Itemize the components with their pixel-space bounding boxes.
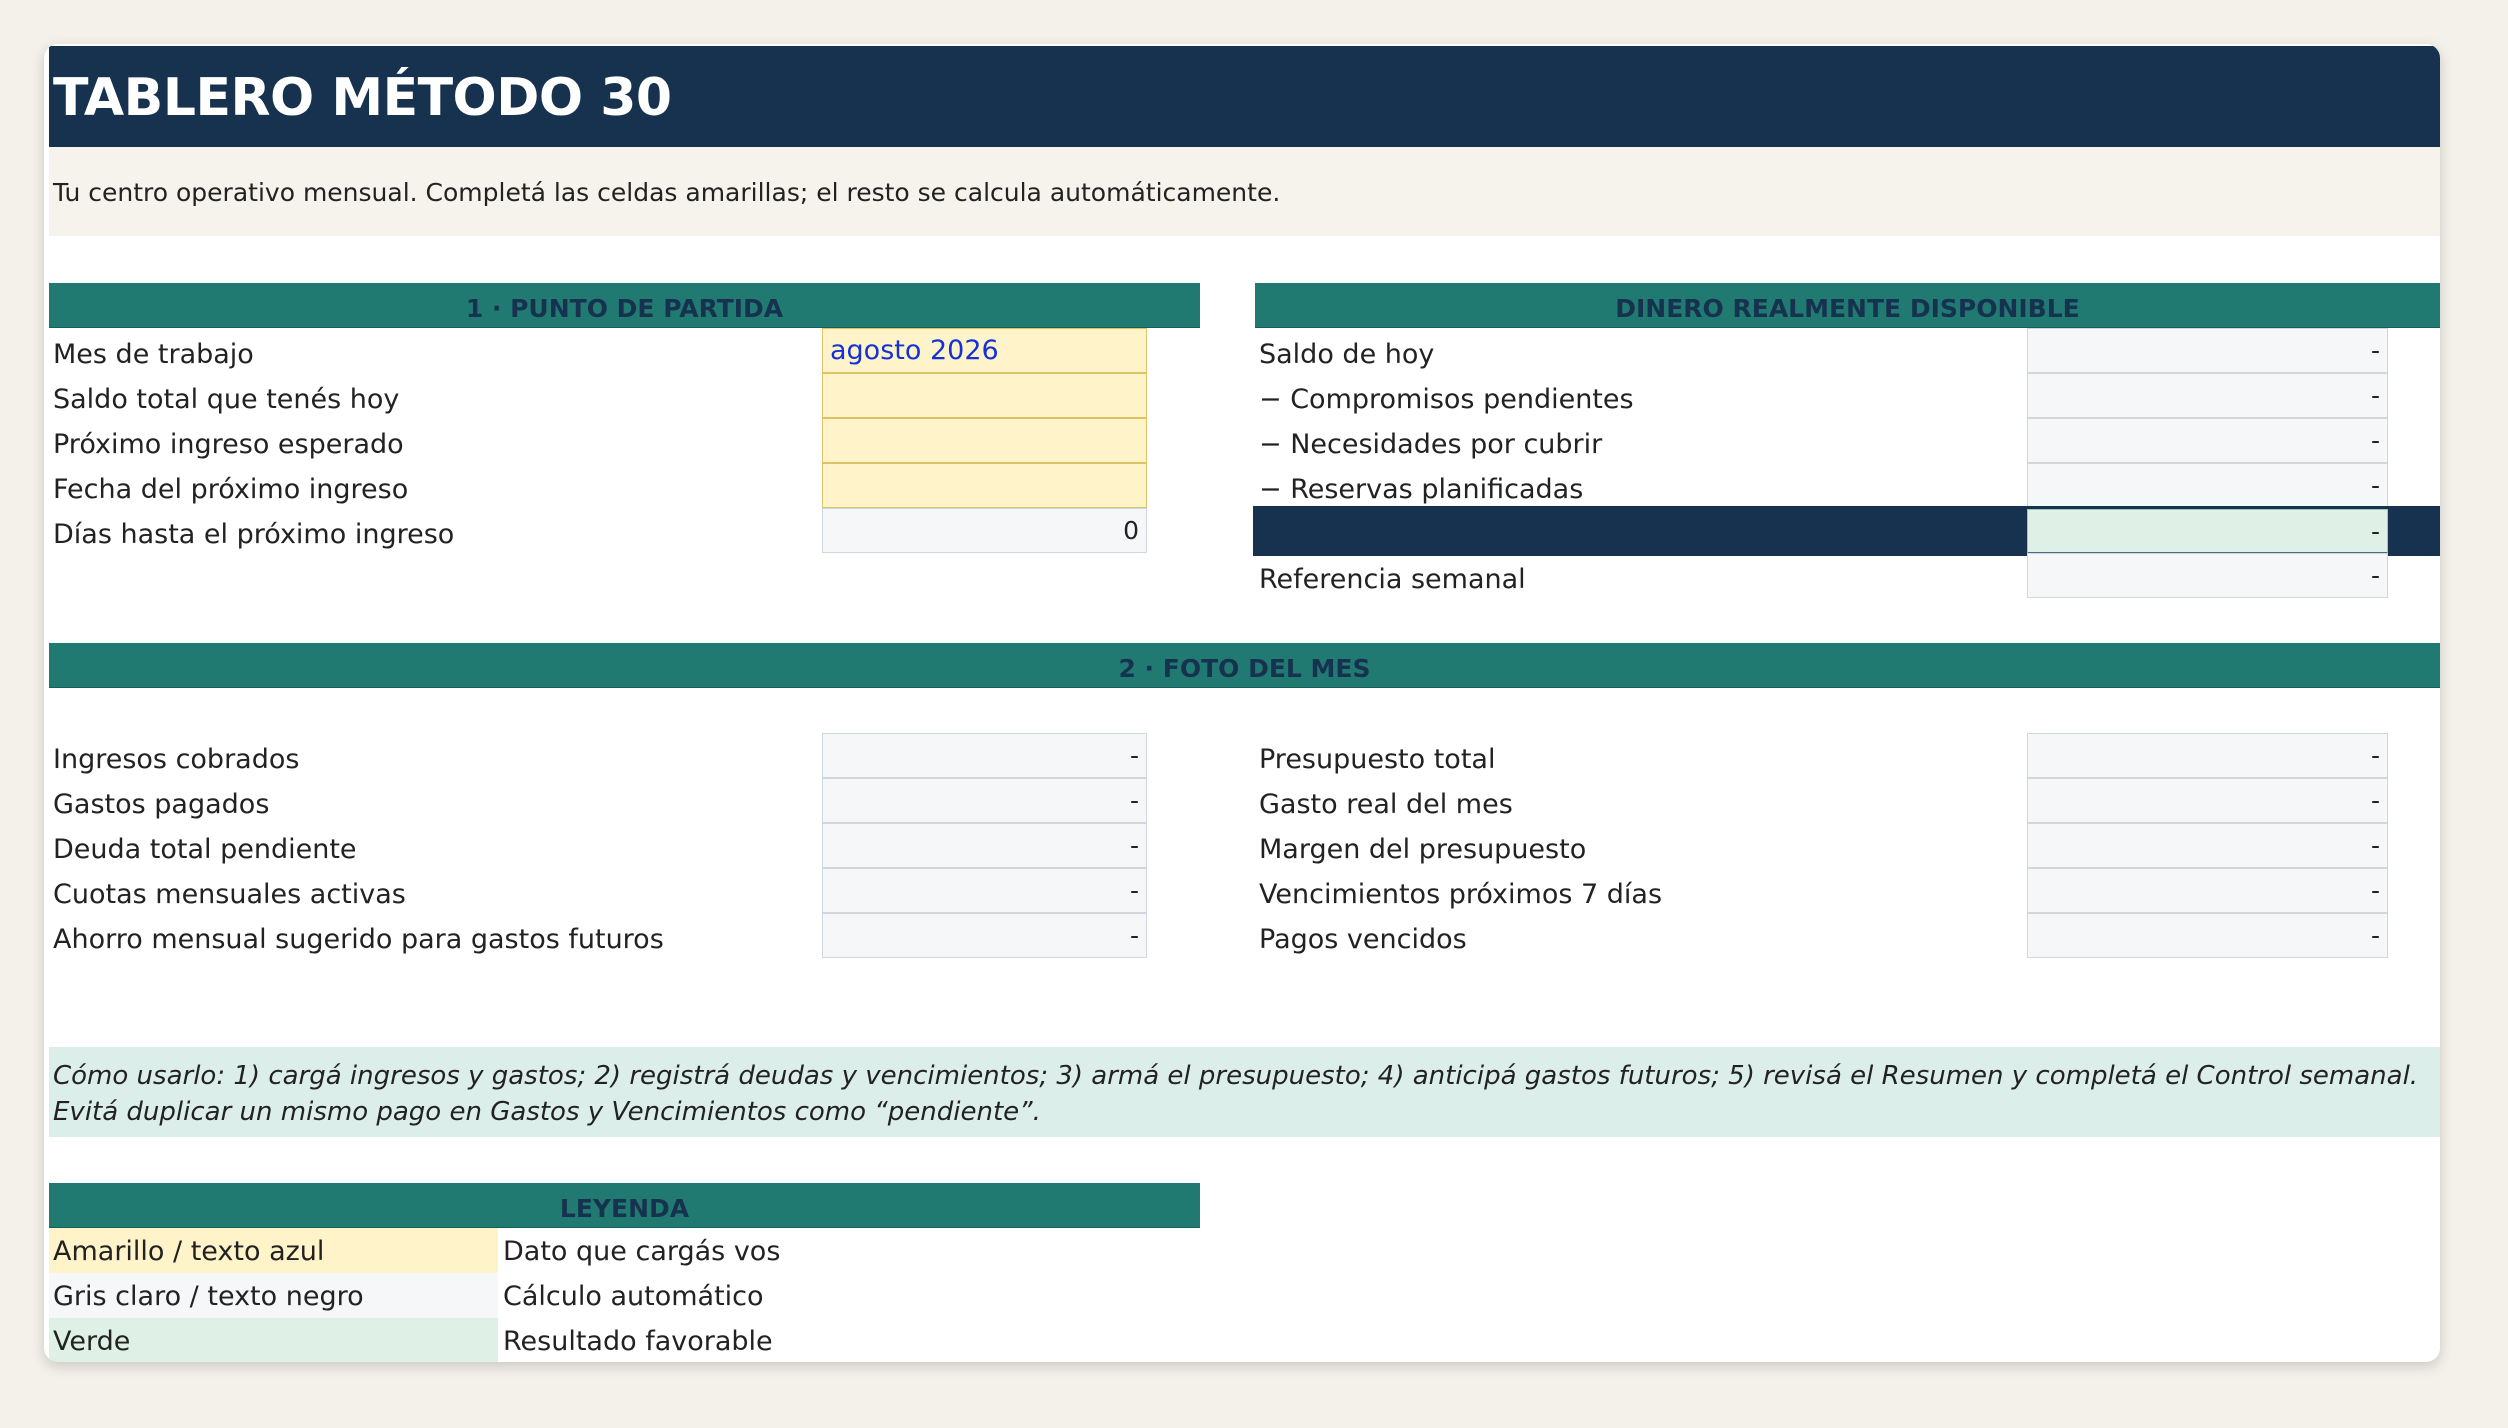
label-gastos-pagados: Gastos pagados [53, 789, 270, 820]
value-disponible-total: - [2027, 509, 2388, 554]
value-gasto-real: - [2027, 778, 2388, 823]
legend-swatch-calc: Gris claro / texto negro [49, 1273, 498, 1318]
label-ingresos-cobrados: Ingresos cobrados [53, 744, 300, 775]
value-referencia-semanal: - [2027, 553, 2388, 598]
label-necesidades-por-cubrir: − Necesidades por cubrir [1259, 429, 1603, 460]
legend-meaning-good: Resultado favorable [503, 1326, 773, 1357]
legend-meaning-calc: Cálculo automático [503, 1281, 764, 1312]
value-compromisos-pendientes: - [2027, 373, 2388, 418]
value-pagos-vencidos: - [2027, 913, 2388, 958]
value-saldo-de-hoy: - [2027, 328, 2388, 373]
page-title: TABLERO MÉTODO 30 [53, 68, 672, 128]
input-mes-de-trabajo[interactable]: agosto 2026 [822, 328, 1147, 373]
legend-meaning-input: Dato que cargás vos [503, 1236, 781, 1267]
input-saldo-total[interactable] [822, 373, 1147, 418]
label-deuda-total: Deuda total pendiente [53, 834, 357, 865]
section-punto-de-partida-header: 1 · PUNTO DE PARTIDA [49, 283, 1200, 328]
value-presupuesto-total: - [2027, 733, 2388, 778]
label-presupuesto-total: Presupuesto total [1259, 744, 1496, 775]
value-ingresos-cobrados: - [822, 733, 1147, 778]
value-vencimientos-7-dias: - [2027, 868, 2388, 913]
label-margen-presupuesto: Margen del presupuesto [1259, 834, 1587, 865]
label-proximo-ingreso: Próximo ingreso esperado [53, 429, 404, 460]
label-gasto-real: Gasto real del mes [1259, 789, 1513, 820]
label-dias-hasta-ingreso: Días hasta el próximo ingreso [53, 519, 455, 550]
legend-swatch-good: Verde [49, 1318, 498, 1362]
how-to-note: Cómo usarlo: 1) cargá ingresos y gastos;… [53, 1061, 2419, 1127]
value-necesidades-por-cubrir: - [2027, 418, 2388, 463]
label-cuotas-mensuales: Cuotas mensuales activas [53, 879, 406, 910]
section-foto-del-mes-header: 2 · FOTO DEL MES [49, 643, 2440, 688]
value-gastos-pagados: - [822, 778, 1147, 823]
value-dias-hasta-ingreso: 0 [822, 508, 1147, 553]
value-reservas-planificadas: - [2027, 463, 2388, 508]
section-dinero-disponible-header: DINERO REALMENTE DISPONIBLE [1255, 283, 2440, 328]
label-referencia-semanal: Referencia semanal [1259, 564, 1526, 595]
label-mes-de-trabajo: Mes de trabajo [53, 339, 254, 370]
value-margen-presupuesto: - [2027, 823, 2388, 868]
input-proximo-ingreso[interactable] [822, 418, 1147, 463]
label-vencimientos-7-dias: Vencimientos próximos 7 días [1259, 879, 1663, 910]
label-saldo-total: Saldo total que tenés hoy [53, 384, 400, 415]
label-ahorro-sugerido: Ahorro mensual sugerido para gastos futu… [53, 924, 664, 955]
label-saldo-de-hoy: Saldo de hoy [1259, 339, 1435, 370]
value-cuotas-mensuales: - [822, 868, 1147, 913]
dashboard-sheet: TABLERO MÉTODO 30 Tu centro operativo me… [44, 44, 2440, 1362]
value-ahorro-sugerido: - [822, 913, 1147, 958]
value-deuda-total: - [822, 823, 1147, 868]
legend-swatch-input: Amarillo / texto azul [49, 1228, 498, 1273]
label-compromisos-pendientes: − Compromisos pendientes [1259, 384, 1634, 415]
input-fecha-proximo-ingreso[interactable] [822, 463, 1147, 508]
label-fecha-proximo-ingreso: Fecha del próximo ingreso [53, 474, 409, 505]
legend-header: LEYENDA [49, 1183, 1200, 1228]
page-subtitle: Tu centro operativo mensual. Completá la… [53, 178, 1281, 207]
label-pagos-vencidos: Pagos vencidos [1259, 924, 1467, 955]
